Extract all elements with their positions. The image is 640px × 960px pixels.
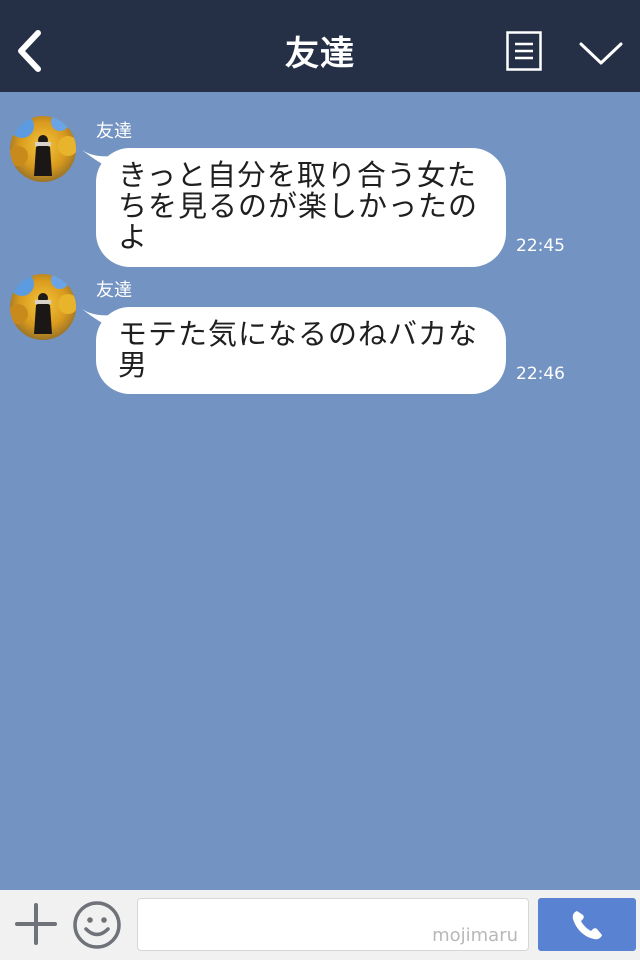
add-button[interactable] <box>14 902 58 946</box>
watermark-text: mojimaru <box>432 925 518 946</box>
plus-icon <box>15 903 57 945</box>
collapse-button[interactable] <box>578 40 624 68</box>
message-time: 22:45 <box>516 236 565 256</box>
phone-icon <box>572 911 602 940</box>
chat-screen: 友達 友達 きっと自分を取り合う女たちを見るのが楽しかったのよ 22:45 友達… <box>0 0 640 960</box>
input-bar: mojimaru <box>0 890 640 960</box>
chevron-down-icon <box>579 42 623 65</box>
header-bar: 友達 <box>0 0 640 92</box>
message-input[interactable]: mojimaru <box>137 898 529 951</box>
sender-name: 友達 <box>96 121 132 142</box>
avatar[interactable] <box>10 274 76 340</box>
avatar[interactable] <box>10 116 76 182</box>
smiley-icon <box>73 901 121 949</box>
message-bubble[interactable]: きっと自分を取り合う女たちを見るのが楽しかったのよ <box>96 148 506 267</box>
call-button[interactable] <box>538 898 636 951</box>
list-icon <box>506 31 542 71</box>
message-time: 22:46 <box>516 364 565 384</box>
message-bubble[interactable]: モテた気になるのねバカな男 <box>96 307 506 394</box>
sender-name: 友達 <box>96 280 132 301</box>
emoji-button[interactable] <box>72 900 122 950</box>
page-title: 友達 <box>285 34 355 74</box>
menu-button[interactable] <box>506 31 542 71</box>
